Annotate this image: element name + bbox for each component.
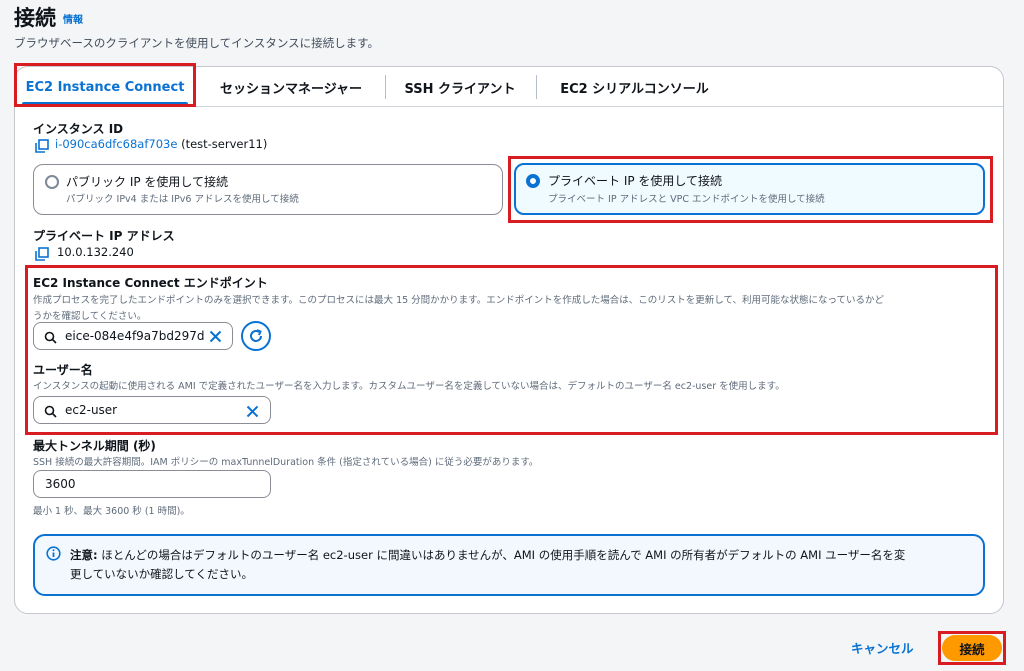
- tunnel-hint: 最小 1 秒、最大 3600 秒 (1 時間)。: [33, 506, 190, 517]
- instance-id-row: i-090ca6dfc68af703e (test-server11): [55, 137, 267, 151]
- tab-serial-console[interactable]: EC2 シリアルコンソール: [542, 67, 727, 107]
- alert-text: 注意: ほとんどの場合はデフォルトのユーザー名 ec2-user に間違いはあり…: [70, 546, 970, 584]
- tunnel-value: 3600: [45, 477, 76, 491]
- endpoint-description-line1: 作成プロセスを完了したエンドポイントのみを選択できます。このプロセスには最大 1…: [33, 295, 884, 306]
- connect-button[interactable]: 接続: [942, 635, 1002, 661]
- instance-name: (test-server11): [181, 137, 268, 151]
- info-icon: [46, 546, 61, 565]
- private-ip-value: 10.0.132.240: [57, 245, 134, 259]
- endpoint-value: eice-084e4f9a7bd297d1: [65, 329, 205, 343]
- highlight-box-tab: [14, 63, 196, 107]
- clear-endpoint-icon[interactable]: [209, 328, 222, 347]
- alert-line1: ほとんどの場合はデフォルトのユーザー名 ec2-user に間違いはありませんが…: [97, 548, 906, 562]
- username-label: ユーザー名: [33, 363, 93, 377]
- endpoint-description-line2: うかを確認してください。: [33, 311, 147, 322]
- page-description: ブラウザベースのクライアントを使用してインスタンスに接続します。: [14, 36, 380, 50]
- clear-username-icon[interactable]: [246, 403, 259, 422]
- radio-private-ip-title: プライベート IP を使用して接続: [548, 174, 723, 188]
- copy-icon[interactable]: [35, 246, 49, 265]
- instance-id-label: インスタンス ID: [33, 122, 124, 136]
- cancel-button[interactable]: キャンセル: [851, 638, 914, 657]
- instance-id-link[interactable]: i-090ca6dfc68af703e: [55, 137, 177, 151]
- tunnel-label: 最大トンネル期間 (秒): [33, 439, 156, 453]
- page-title: 接続: [14, 6, 56, 30]
- tab-session-manager[interactable]: セッションマネージャー: [200, 67, 382, 107]
- info-link[interactable]: 情報: [63, 11, 83, 26]
- alert-line2: 更していないか確認してください。: [70, 567, 253, 581]
- refresh-button[interactable]: [241, 321, 271, 351]
- tab-ssh-client[interactable]: SSH クライアント: [390, 67, 530, 107]
- tab-separator: [385, 75, 386, 99]
- radio-public-ip-subtitle: パブリック IPv4 または IPv6 アドレスを使用して接続: [66, 194, 299, 205]
- private-ip-label: プライベート IP アドレス: [33, 229, 175, 243]
- tunnel-description: SSH 接続の最大許容期間。IAM ポリシーの maxTunnelDuratio…: [33, 457, 539, 468]
- radio-private-ip[interactable]: [526, 174, 540, 188]
- username-description: インスタンスの起動に使用される AMI で定義されたユーザー名を入力します。カス…: [33, 381, 785, 392]
- copy-icon[interactable]: [35, 138, 49, 157]
- radio-private-ip-subtitle: プライベート IP アドレスと VPC エンドポイントを使用して接続: [548, 194, 825, 205]
- username-value: ec2-user: [65, 403, 118, 417]
- radio-card-private-ip[interactable]: [514, 163, 985, 215]
- radio-public-ip-title: パブリック IP を使用して接続: [66, 175, 229, 189]
- endpoint-label: EC2 Instance Connect エンドポイント: [33, 276, 268, 290]
- search-icon: [44, 403, 57, 422]
- refresh-icon: [250, 329, 262, 342]
- endpoint-description: 作成プロセスを完了したエンドポイントのみを選択できます。このプロセスには最大 1…: [33, 292, 993, 322]
- radio-public-ip[interactable]: [45, 175, 59, 189]
- tab-separator: [536, 75, 537, 99]
- alert-prefix: 注意:: [70, 548, 98, 562]
- search-icon: [44, 329, 57, 348]
